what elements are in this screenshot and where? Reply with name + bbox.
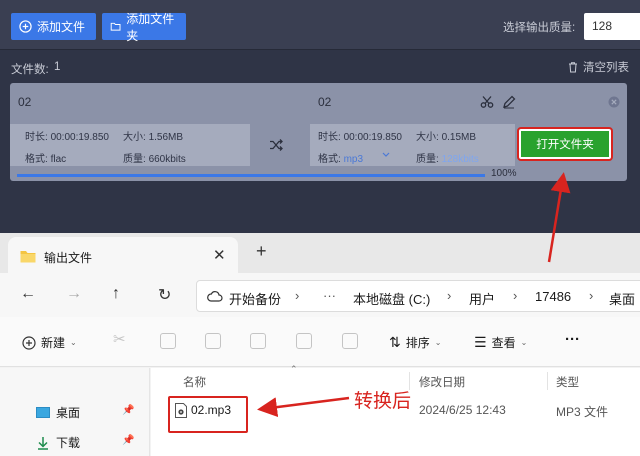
- arrow-to-open-folder: [547, 172, 571, 263]
- arrow-to-file: [257, 396, 350, 418]
- annotation-arrows: [257, 172, 571, 418]
